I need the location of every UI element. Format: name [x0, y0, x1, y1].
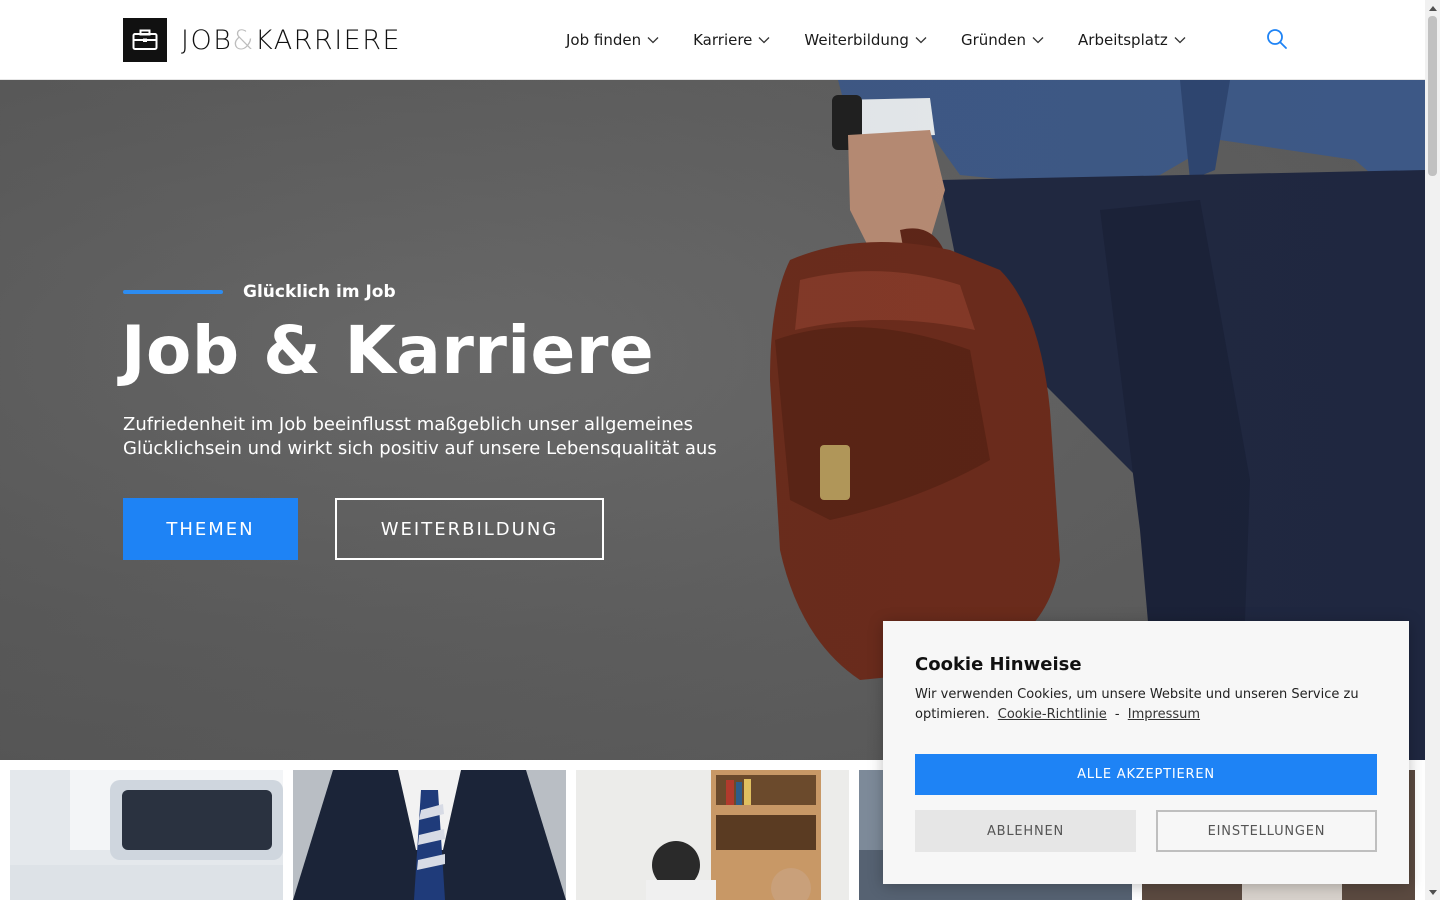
- article-thumbnail[interactable]: [576, 770, 849, 900]
- hero-eyebrow: Glücklich im Job: [123, 282, 396, 302]
- article-thumbnail[interactable]: [10, 770, 283, 900]
- site-logo[interactable]: JOB&KARRIERE: [123, 18, 401, 62]
- thumbnail-image: [576, 770, 849, 900]
- scroll-up-arrow-icon[interactable]: [1425, 0, 1440, 15]
- cookie-dialog-text: Wir verwenden Cookies, um unsere Website…: [915, 685, 1385, 725]
- chevron-down-icon: [647, 37, 659, 44]
- cookie-consent-dialog: Cookie Hinweise Wir verwenden Cookies, u…: [883, 621, 1409, 884]
- weiterbildung-button[interactable]: WEITERBILDUNG: [335, 498, 604, 560]
- nav-item-label: Gründen: [960, 31, 1027, 49]
- cookie-settings-button[interactable]: EINSTELLUNGEN: [1156, 810, 1377, 852]
- hero-subtitle: Zufriedenheit im Job beeinflusst maßgebl…: [123, 414, 717, 459]
- nav-item-label: Arbeitsplatz: [1078, 31, 1168, 49]
- chevron-down-icon: [1032, 37, 1044, 44]
- scrollbar-thumb[interactable]: [1428, 16, 1437, 176]
- nav-item-label: Job finden: [566, 31, 642, 49]
- hero-title: Job & Karriere: [121, 312, 655, 389]
- chevron-down-icon: [758, 37, 770, 44]
- search-button[interactable]: [1266, 28, 1288, 50]
- article-thumbnail[interactable]: [293, 770, 566, 900]
- thumbnail-image: [293, 770, 566, 900]
- scroll-down-arrow-icon[interactable]: [1425, 885, 1440, 900]
- chevron-down-icon: [915, 37, 927, 44]
- imprint-link[interactable]: Impressum: [1128, 707, 1200, 722]
- reject-cookies-button[interactable]: ABLEHNEN: [915, 810, 1136, 852]
- eyebrow-text: Glücklich im Job: [243, 282, 396, 302]
- cookie-policy-link[interactable]: Cookie-Richtlinie: [998, 707, 1107, 722]
- search-icon: [1267, 29, 1287, 49]
- nav-item-karriere[interactable]: Karriere: [693, 31, 770, 49]
- site-header: JOB&KARRIERE Job finden Karriere Weiterb…: [0, 0, 1425, 80]
- logo-wordmark: JOB&KARRIERE: [181, 24, 402, 56]
- nav-item-label: Karriere: [693, 31, 753, 49]
- themen-button[interactable]: THEMEN: [123, 498, 298, 560]
- chevron-down-icon: [1174, 37, 1186, 44]
- eyebrow-accent-line: [123, 290, 223, 294]
- nav-item-weiterbildung[interactable]: Weiterbildung: [804, 31, 927, 49]
- briefcase-icon: [123, 18, 167, 62]
- nav-item-gruenden[interactable]: Gründen: [961, 31, 1044, 49]
- nav-item-label: Weiterbildung: [804, 31, 909, 49]
- page-scrollbar[interactable]: [1425, 0, 1440, 900]
- nav-item-arbeitsplatz[interactable]: Arbeitsplatz: [1078, 31, 1186, 49]
- thumbnail-image: [10, 770, 283, 900]
- link-separator: -: [1114, 707, 1120, 722]
- nav-item-job-finden[interactable]: Job finden: [566, 31, 659, 49]
- accept-all-cookies-button[interactable]: ALLE AKZEPTIEREN: [915, 754, 1377, 795]
- cookie-dialog-title: Cookie Hinweise: [915, 654, 1082, 675]
- main-navigation: Job finden Karriere Weiterbildung Gründe…: [566, 0, 1220, 80]
